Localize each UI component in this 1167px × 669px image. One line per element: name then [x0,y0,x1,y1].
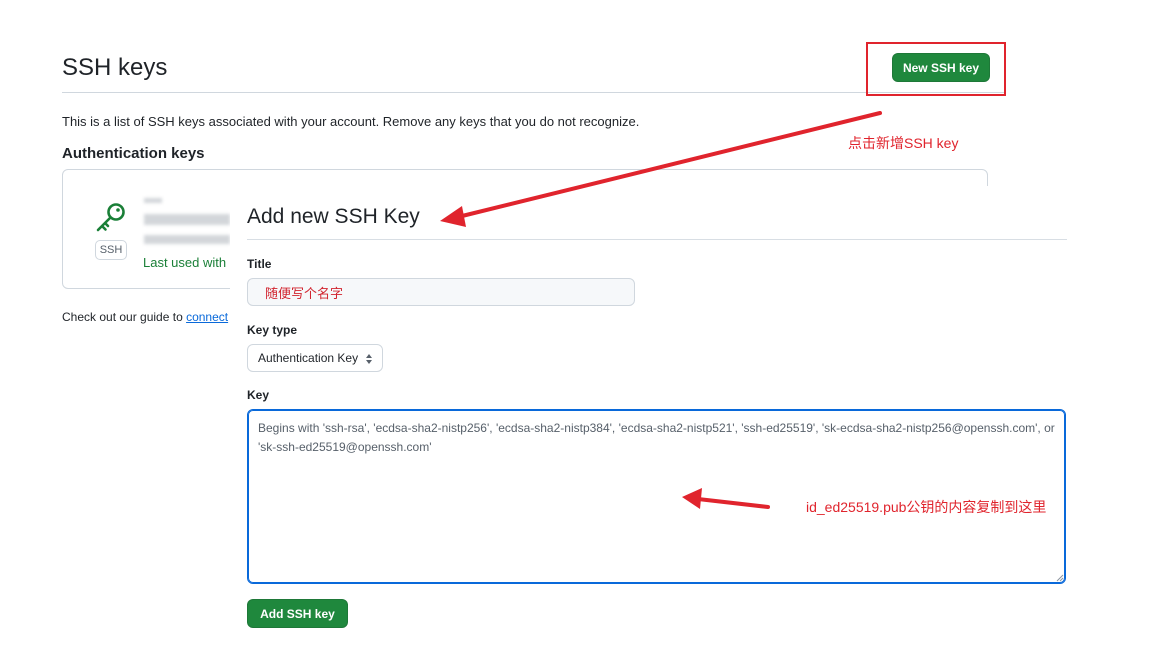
guide-text: Check out our guide to connect [62,310,228,324]
add-ssh-key-button[interactable]: Add SSH key [247,599,348,628]
guide-link[interactable]: connect [186,310,228,324]
title-input[interactable] [247,278,635,306]
guide-prefix: Check out our guide to [62,310,187,324]
key-label: Key [247,388,270,402]
key-type-value: Authentication Key [258,351,359,365]
redacted-fingerprint [144,214,230,225]
intro-text: This is a list of SSH keys associated wi… [62,114,640,129]
title-divider [62,92,1006,93]
section-title: Authentication keys [62,145,205,162]
annotation-click-new: 点击新增SSH key [848,135,959,151]
redacted-key-name [144,198,162,203]
last-used-text: Last used with [143,255,227,270]
key-icon [96,203,125,232]
form-divider [247,239,1067,240]
key-type-select[interactable]: Authentication Key [247,344,383,372]
resize-grip-icon[interactable] [1055,573,1064,582]
annotation-paste-hint: id_ed25519.pub公钥的内容复制到这里 [806,499,1047,515]
ssh-badge: SSH [95,240,127,260]
key-type-label: Key type [247,323,298,337]
chevron-updown-icon [365,345,373,371]
title-label: Title [247,257,272,271]
redacted-added-date [144,235,230,244]
form-title: Add new SSH Key [247,205,420,228]
page-title: SSH keys [62,54,168,81]
highlight-box [866,42,1006,96]
